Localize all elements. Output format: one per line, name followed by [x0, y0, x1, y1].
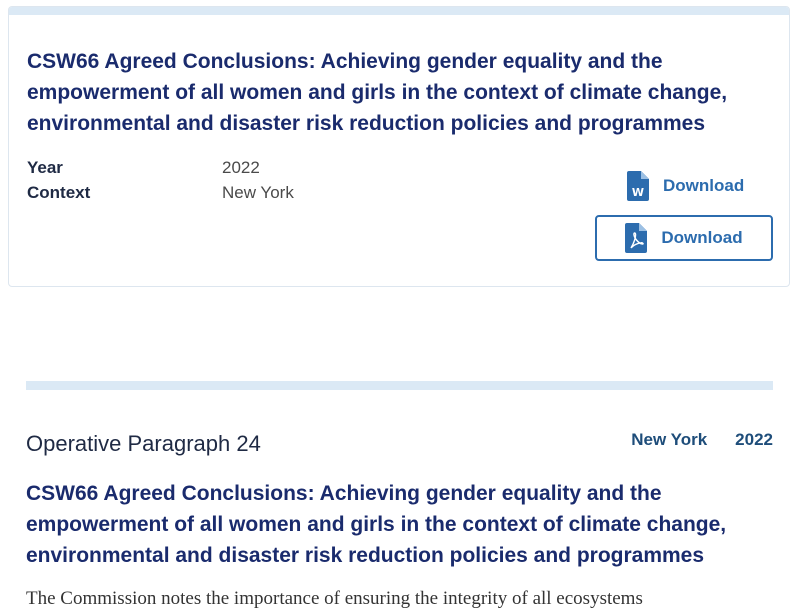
document-title: CSW66 Agreed Conclusions: Achieving gend… — [27, 50, 728, 135]
svg-text:W: W — [632, 186, 644, 199]
document-meta: Year 2022 Context New York — [27, 155, 294, 205]
paragraph-text: The Commission notes the importance of e… — [26, 588, 643, 609]
paragraph-heading: Operative Paragraph 24 — [26, 431, 261, 456]
card-top-bar — [9, 7, 789, 15]
paragraph-year: 2022 — [735, 430, 773, 449]
meta-value: 2022 — [222, 158, 260, 177]
download-pdf-button[interactable]: Download — [595, 215, 773, 261]
paragraph-meta: New York 2022 — [631, 430, 773, 450]
paragraph-title: CSW66 Agreed Conclusions: Achieving gend… — [26, 482, 727, 567]
download-label: Download — [663, 176, 745, 195]
download-word-link[interactable]: W Download — [627, 170, 744, 202]
section-divider-bar — [26, 381, 773, 390]
paragraph-location: New York — [631, 430, 708, 449]
meta-label: Year — [27, 158, 63, 177]
meta-row-context: Context New York — [27, 180, 294, 205]
meta-label: Context — [27, 183, 91, 202]
meta-row-year: Year 2022 — [27, 155, 294, 180]
document-card: CSW66 Agreed Conclusions: Achieving gend… — [8, 6, 790, 287]
download-label: Download — [661, 228, 743, 247]
meta-value: New York — [222, 183, 294, 202]
word-file-icon: W — [627, 171, 649, 201]
pdf-file-icon — [625, 223, 648, 253]
